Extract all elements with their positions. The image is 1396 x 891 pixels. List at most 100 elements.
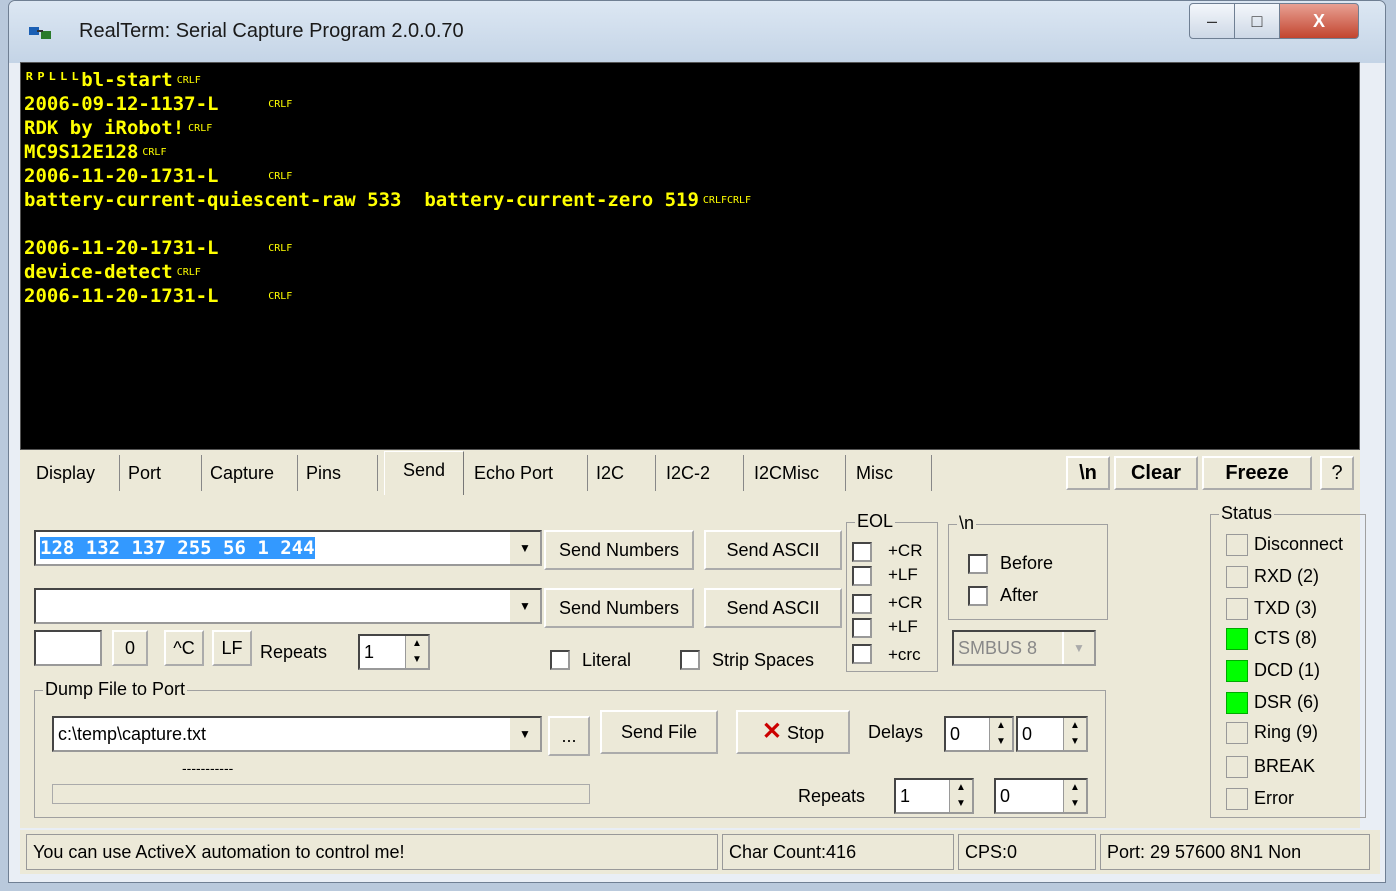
eol-cr-checkbox-1[interactable] <box>852 542 872 562</box>
eol-lf-checkbox-1[interactable] <box>852 566 872 586</box>
tab-i2cmisc[interactable]: I2CMisc <box>750 455 846 491</box>
status-title: Status <box>1219 503 1275 524</box>
disconnect-led[interactable] <box>1226 534 1248 556</box>
spin-arrows-icon[interactable]: ▲ ▼ <box>1063 780 1086 812</box>
eol-marker: CRLF <box>176 266 201 278</box>
title-bar[interactable]: RealTerm: Serial Capture Program 2.0.0.7… <box>9 1 1385 63</box>
eol-marker: CRLF <box>176 74 201 86</box>
eol-label: +CR <box>888 541 923 560</box>
status-message: You can use ActiveX automation to contro… <box>26 834 718 870</box>
dump-repeats-spinner-1[interactable]: 1 ▲ ▼ <box>894 778 974 814</box>
terminal-line: ᴿᴾᴸᴸᴸbl-start CRLF <box>24 69 201 91</box>
status-label: RXD (2) <box>1254 566 1320 586</box>
dump-progress-bar <box>52 784 590 804</box>
newline-group-title: \n <box>957 513 977 534</box>
send-file-button[interactable]: Send File <box>600 710 718 754</box>
literal-checkbox[interactable] <box>550 650 570 670</box>
tab-port[interactable]: Port <box>124 455 202 491</box>
eol-marker: CRLF <box>268 98 293 110</box>
spin-arrows-icon[interactable]: ▲ ▼ <box>989 718 1012 750</box>
char-input[interactable] <box>34 630 102 666</box>
tab-misc[interactable]: Misc <box>852 455 932 491</box>
lf-button[interactable]: LF <box>212 630 252 666</box>
repeats-label: Repeats <box>260 642 328 662</box>
tab-i2c-2[interactable]: I2C-2 <box>662 455 744 491</box>
eol-marker: CRLFCRLF <box>702 194 752 206</box>
status-label: CTS (8) <box>1254 628 1317 648</box>
status-bar: You can use ActiveX automation to contro… <box>20 830 1380 874</box>
status-label: BREAK <box>1254 756 1316 776</box>
ctrl-c-button[interactable]: ^C <box>164 630 204 666</box>
maximize-button[interactable]: □ <box>1234 3 1280 39</box>
browse-button[interactable]: ... <box>548 716 590 756</box>
terminal-line: battery-current-quiescent-raw 533 batter… <box>24 189 752 211</box>
send-input-1[interactable]: 128 132 137 255 56 1 244 ▼ <box>34 530 542 566</box>
smbus-select[interactable]: SMBUS 8 ▼ <box>952 630 1096 666</box>
terminal-display[interactable]: ᴿᴾᴸᴸᴸbl-start CRLF 2006-09-12-1137-L CRLF… <box>20 62 1360 450</box>
dcd-led <box>1226 660 1248 682</box>
eol-cr-checkbox-2[interactable] <box>852 594 872 614</box>
terminal-line: device-detect CRLF <box>24 261 201 283</box>
spin-arrows-icon[interactable]: ▲ ▼ <box>1063 718 1086 750</box>
terminal-line: 2006-11-20-1731-L CRLF <box>24 285 293 307</box>
stop-button[interactable]: ✕ Stop <box>736 710 850 754</box>
dump-repeats-label: Repeats <box>798 786 866 806</box>
cps-readout: CPS:0 <box>958 834 1096 870</box>
freeze-button[interactable]: Freeze <box>1202 456 1312 490</box>
literal-label: Literal <box>582 650 632 670</box>
break-led[interactable] <box>1226 756 1248 778</box>
dump-repeats-spinner-2[interactable]: 0 ▲ ▼ <box>994 778 1088 814</box>
chevron-down-icon[interactable]: ▼ <box>508 718 540 750</box>
spin-arrows-icon[interactable]: ▲ ▼ <box>405 636 428 668</box>
clear-button[interactable]: Clear <box>1114 456 1198 490</box>
send-ascii-button-2[interactable]: Send ASCII <box>704 588 842 628</box>
tab-display[interactable]: Display <box>32 455 120 491</box>
eol-crc-checkbox[interactable] <box>852 644 872 664</box>
tab-send[interactable]: Send <box>384 451 464 495</box>
status-label: DSR (6) <box>1254 692 1320 712</box>
delay-spinner-1[interactable]: 0 ▲ ▼ <box>944 716 1014 752</box>
zero-button[interactable]: 0 <box>112 630 148 666</box>
eol-marker: CRLF <box>142 146 167 158</box>
tab-i2c[interactable]: I2C <box>592 455 656 491</box>
minimize-button[interactable]: – <box>1189 3 1235 39</box>
dump-file-title: Dump File to Port <box>43 679 188 700</box>
eol-marker: CRLF <box>268 170 293 182</box>
stop-x-icon: ✕ <box>761 718 783 745</box>
eol-label: +CR <box>888 593 923 612</box>
app-icon <box>29 27 51 39</box>
status-label: TXD (3) <box>1254 598 1317 618</box>
delay-spinner-2[interactable]: 0 ▲ ▼ <box>1016 716 1088 752</box>
eol-label: +LF <box>888 565 918 584</box>
error-led[interactable] <box>1226 788 1248 810</box>
progress-text: ----------- <box>182 760 234 776</box>
help-button[interactable]: ? <box>1320 456 1354 490</box>
spin-arrows-icon[interactable]: ▲ ▼ <box>949 780 972 812</box>
close-button[interactable]: X <box>1279 3 1359 39</box>
chevron-down-icon[interactable]: ▼ <box>1062 632 1094 664</box>
eol-title: EOL <box>855 511 896 532</box>
eol-marker: CRLF <box>188 122 213 134</box>
repeats-spinner[interactable]: 1 ▲ ▼ <box>358 634 430 670</box>
dsr-led <box>1226 692 1248 714</box>
strip-spaces-checkbox[interactable] <box>680 650 700 670</box>
send-ascii-button-1[interactable]: Send ASCII <box>704 530 842 570</box>
dump-file-input[interactable]: c:\temp\capture.txt ▼ <box>52 716 542 752</box>
tab-capture[interactable]: Capture <box>206 455 298 491</box>
cts-led <box>1226 628 1248 650</box>
newline-button[interactable]: \n <box>1066 456 1110 490</box>
rxd-led <box>1226 566 1248 588</box>
send-numbers-button-2[interactable]: Send Numbers <box>544 588 694 628</box>
eol-lf-checkbox-2[interactable] <box>852 618 872 638</box>
tab-echo-port[interactable]: Echo Port <box>470 455 588 491</box>
tab-pins[interactable]: Pins <box>302 455 378 491</box>
send-numbers-button-1[interactable]: Send Numbers <box>544 530 694 570</box>
before-checkbox[interactable] <box>968 554 988 574</box>
after-checkbox[interactable] <box>968 586 988 606</box>
chevron-down-icon[interactable]: ▼ <box>508 532 540 564</box>
chevron-down-icon[interactable]: ▼ <box>508 590 540 622</box>
delays-label: Delays <box>868 722 924 742</box>
before-label: Before <box>1000 553 1054 573</box>
strip-spaces-label: Strip Spaces <box>712 650 815 670</box>
send-input-2[interactable]: ▼ <box>34 588 542 624</box>
